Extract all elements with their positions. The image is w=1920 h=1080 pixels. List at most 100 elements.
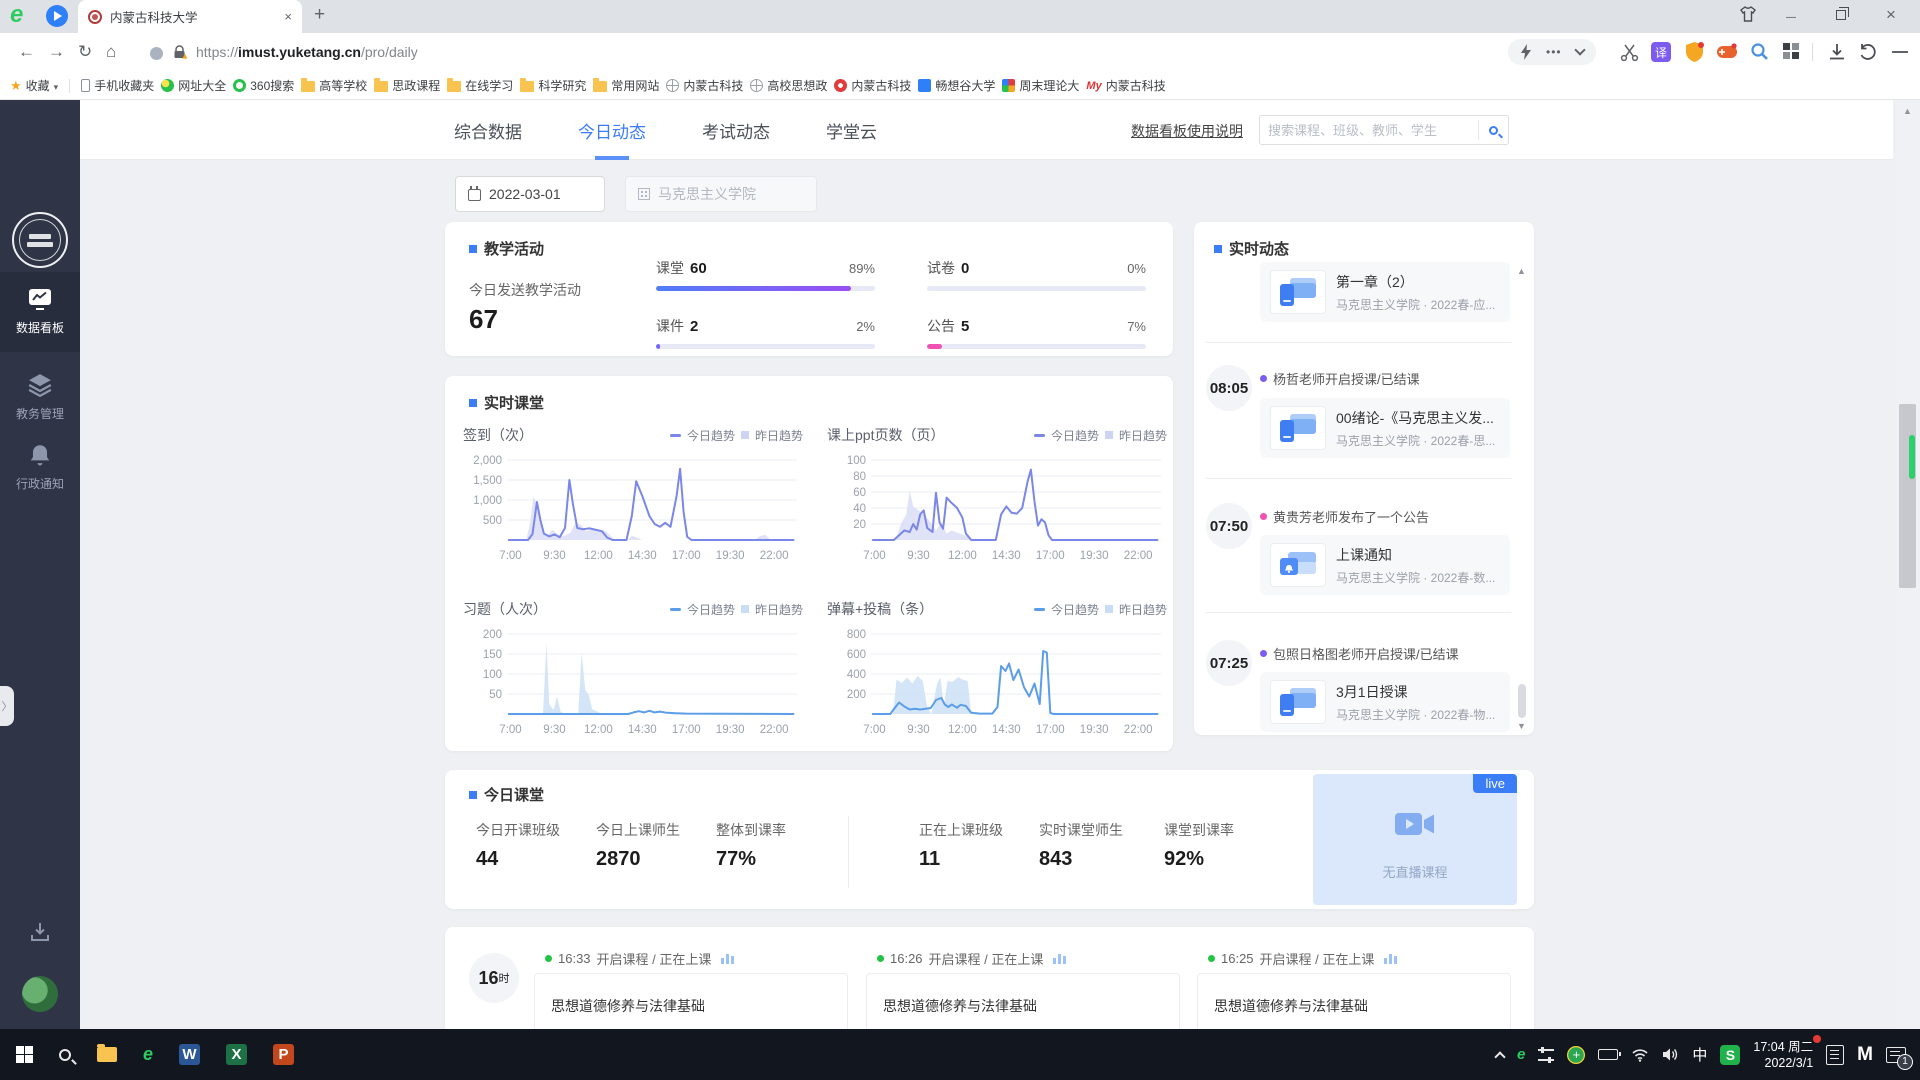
browser-tab[interactable]: 内蒙古科技大学 (78, 0, 302, 33)
search-input[interactable] (1260, 122, 1478, 138)
games-extension-icon[interactable] (1716, 43, 1738, 61)
skin-button[interactable] (1738, 4, 1758, 29)
bookmark-zhoumo[interactable]: 周末理论大 (1002, 77, 1079, 94)
bookmark-sites[interactable]: 网址大全 (161, 77, 226, 94)
new-tab-button[interactable] (314, 5, 325, 24)
bookmark-imust2[interactable]: 内蒙古科技 (834, 77, 911, 94)
class-icon (1270, 680, 1326, 724)
bookmark-mobile[interactable]: 手机收藏夹 (81, 77, 154, 94)
downloads-icon[interactable] (1827, 42, 1847, 62)
excel-icon[interactable] (226, 1044, 248, 1065)
battery-icon[interactable] (1598, 1049, 1622, 1060)
feed-event: 杨哲老师开启授课/已结课 (1260, 369, 1420, 388)
url-bar[interactable]: https://imust.yuketang.cn/pro/daily (196, 44, 418, 60)
tray-expand-icon[interactable] (1494, 1050, 1506, 1063)
lock-warning-icon[interactable] (172, 44, 188, 61)
feed-card[interactable]: 上课通知 马克思主义学院 · 2022春-数... (1260, 535, 1510, 595)
tab-today-trends[interactable]: 今日动态 (578, 100, 646, 160)
powerpoint-icon[interactable] (273, 1044, 295, 1065)
bookmark-360search[interactable]: 360搜索 (233, 77, 294, 94)
sogou-icon[interactable] (1720, 1044, 1741, 1065)
sidebar-export-button[interactable] (28, 920, 52, 949)
translate-extension-icon[interactable] (1651, 42, 1671, 62)
bookmark-gaoxiao[interactable]: 高校思想政 (750, 77, 827, 94)
bookmark-imust3[interactable]: 内蒙古科技 (1086, 77, 1166, 94)
chart-legend[interactable]: 今日趋势 昨日趋势 (669, 427, 803, 444)
tray-antivirus-icon[interactable] (1567, 1045, 1586, 1064)
speaker-icon[interactable] (1662, 1047, 1679, 1062)
bookmark-folder-online[interactable]: 在线学习 (447, 77, 513, 94)
bell-icon (30, 445, 50, 466)
chevron-down-icon[interactable] (1573, 44, 1586, 56)
page-scrollbar-thumb[interactable] (1899, 404, 1916, 588)
tray-browser-icon[interactable] (1517, 1046, 1525, 1063)
live-course-tile[interactable]: live 无直播课程 (1313, 774, 1517, 905)
tray-settings-icon[interactable] (1538, 1046, 1555, 1063)
reload-button[interactable] (78, 42, 92, 62)
more-actions-icon[interactable] (1546, 45, 1562, 59)
bookmark-imust1[interactable]: 内蒙古科技 (666, 77, 743, 94)
stat-class-rate: 课堂到课率 92% (1164, 822, 1234, 870)
search-extension-icon[interactable] (1750, 42, 1769, 62)
date-picker[interactable]: 2022-03-01 (455, 176, 605, 212)
word-icon[interactable] (179, 1044, 201, 1065)
tab-exam-trends[interactable]: 考试动态 (702, 100, 770, 160)
feed-scrollbar-thumb[interactable] (1518, 684, 1526, 718)
site-info-icon[interactable] (150, 47, 163, 60)
tab-overall-data[interactable]: 综合数据 (454, 100, 522, 160)
org-selector[interactable]: 马克思主义学院 (625, 176, 817, 212)
security-extension-icon[interactable] (1684, 41, 1705, 63)
bookmark-folder-common[interactable]: 常用网站 (593, 77, 659, 94)
home-button[interactable] (106, 42, 116, 62)
feed-scroll-down-icon[interactable] (1517, 721, 1526, 731)
user-avatar[interactable] (22, 976, 58, 1012)
start-button[interactable] (16, 1046, 33, 1063)
back-button[interactable] (18, 42, 35, 62)
wifi-icon[interactable] (1631, 1048, 1649, 1062)
feed-card[interactable]: 00绪论-《马克思主义发... 马克思主义学院 · 2022春-思... (1260, 398, 1510, 458)
feed-card[interactable]: 3月1日授课 马克思主义学院 · 2022春-物... (1260, 672, 1510, 732)
feed-scroll-up-icon[interactable] (1517, 266, 1526, 276)
stats-divider (848, 816, 849, 888)
taskbar-clock[interactable]: 17:04 周二 2022/3/1 (1753, 1034, 1822, 1071)
sidebar-collapse-handle[interactable] (0, 686, 14, 726)
bookmark-changxiang[interactable]: 畅想谷大学 (918, 77, 995, 94)
notes-icon[interactable] (1826, 1044, 1845, 1065)
chart-legend[interactable]: 今日趋势 昨日趋势 (1033, 601, 1167, 618)
feed-card[interactable]: 第一章（2） 马克思主义学院 · 2022春-应... (1260, 262, 1510, 322)
today-class-panel: 今日课堂 今日开课班级 44 今日上课师生 2870 整体到课率 77% 正在上课班级… (445, 770, 1534, 909)
ime-indicator[interactable]: 中 (1692, 1044, 1707, 1065)
bookmark-folder-research[interactable]: 科学研究 (520, 77, 586, 94)
screenshot-scissors-icon[interactable] (1620, 43, 1639, 62)
pinned-app-icon[interactable] (46, 5, 68, 27)
search-button[interactable] (1478, 120, 1508, 140)
layers-icon (28, 374, 52, 398)
window-close-button[interactable] (1874, 2, 1908, 28)
window-restore-button[interactable] (1824, 2, 1858, 28)
browser-logo-icon[interactable] (10, 2, 23, 28)
chart-legend[interactable]: 今日趋势 昨日趋势 (1033, 427, 1167, 444)
forward-button[interactable] (48, 42, 65, 62)
scroll-up-icon[interactable] (1903, 106, 1912, 116)
help-link[interactable]: 数据看板使用说明 (1131, 121, 1243, 141)
sidebar-item-academic[interactable]: 教务管理 (0, 358, 80, 434)
browser-taskbar-icon[interactable] (143, 1044, 153, 1065)
bookmarks-bar: 收藏 手机收藏夹 网址大全 360搜索 高等学校 思政课程 在线学习 科学研究 … (0, 72, 1920, 100)
bookmark-folder-schools[interactable]: 高等学校 (301, 77, 367, 94)
taskbar-search-icon[interactable] (59, 1048, 71, 1061)
tab-close-icon[interactable] (284, 9, 292, 24)
chart-legend[interactable]: 今日趋势 昨日趋势 (669, 601, 803, 618)
notifications-icon[interactable]: 1 (1886, 1046, 1913, 1070)
window-minimize-button[interactable] (1774, 2, 1808, 28)
m-app-icon[interactable] (1857, 1044, 1873, 1066)
class-icon (1270, 406, 1326, 450)
apps-grid-icon[interactable] (1783, 43, 1800, 60)
sidebar-item-dashboard[interactable]: 数据看板 (0, 272, 80, 352)
bookmark-favorites[interactable]: 收藏 (10, 77, 58, 94)
lightning-icon[interactable] (1520, 44, 1532, 60)
bookmark-folder-sizheng[interactable]: 思政课程 (374, 77, 440, 94)
tab-xuetangyun[interactable]: 学堂云 (826, 100, 877, 160)
sidebar-item-notice[interactable]: 行政通知 (0, 428, 80, 504)
file-explorer-icon[interactable] (97, 1044, 117, 1062)
undo-history-icon[interactable] (1858, 42, 1878, 62)
